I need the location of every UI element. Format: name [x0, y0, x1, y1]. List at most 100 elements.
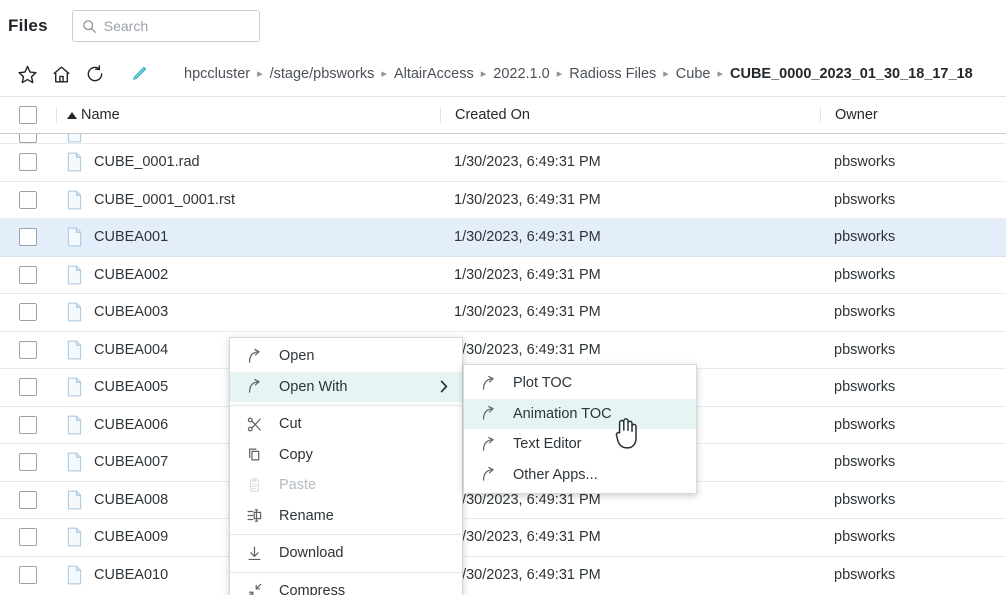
table-row[interactable]: CUBEA0011/30/2023, 6:49:31 PMpbsworks: [0, 219, 1006, 257]
row-checkbox[interactable]: [19, 266, 37, 284]
file-icon: [66, 190, 83, 210]
table-row[interactable]: [0, 134, 1006, 144]
row-owner-cell: pbsworks: [820, 342, 1006, 358]
row-checkbox[interactable]: [19, 453, 37, 471]
file-icon: [66, 377, 83, 397]
created-on-value: 1/30/2023, 6:49:31 PM: [454, 492, 601, 508]
context-menu[interactable]: OpenOpen WithCutCopyPasteRenameDownloadC…: [229, 337, 463, 595]
table-row[interactable]: CUBEA0101/30/2023, 6:49:31 PMpbsworks: [0, 557, 1006, 592]
context-menu-item-rename[interactable]: Rename: [230, 501, 462, 532]
file-table: Name Created On Owner CUBE_0001.rad1/30/…: [0, 96, 1006, 591]
breadcrumb-item-2[interactable]: AltairAccess: [394, 66, 474, 82]
breadcrumb-item-5[interactable]: Cube: [676, 66, 711, 82]
submenu-item-plot-toc[interactable]: Plot TOC: [464, 368, 696, 399]
breadcrumb-item-1[interactable]: /stage/pbsworks: [270, 66, 375, 82]
owner-value: pbsworks: [834, 454, 895, 470]
row-owner-cell: pbsworks: [820, 267, 1006, 283]
submenu-item-animation-toc[interactable]: Animation TOC: [464, 399, 696, 430]
row-created-on-cell: 1/30/2023, 6:49:31 PM: [440, 529, 820, 545]
owner-value: pbsworks: [834, 267, 895, 283]
edit-path-pencil-icon[interactable]: [124, 59, 154, 89]
search-icon: [82, 19, 97, 34]
file-icon: [66, 340, 83, 360]
context-menu-item-label: Download: [279, 545, 448, 561]
row-owner-cell: pbsworks: [820, 417, 1006, 433]
file-name: CUBEA009: [94, 529, 168, 545]
breadcrumb-separator: ▸: [717, 67, 723, 80]
file-icon: [66, 415, 83, 435]
top-bar: Files Search: [0, 0, 1006, 52]
open-with-submenu[interactable]: Plot TOCAnimation TOCText EditorOther Ap…: [463, 364, 697, 494]
row-checkbox[interactable]: [19, 153, 37, 171]
row-checkbox-cell: [0, 341, 56, 359]
submenu-item-text-editor[interactable]: Text Editor: [464, 429, 696, 460]
refresh-icon[interactable]: [80, 59, 110, 89]
row-owner-cell: pbsworks: [820, 379, 1006, 395]
row-checkbox-cell: [0, 191, 56, 209]
row-checkbox[interactable]: [19, 528, 37, 546]
file-icon: [66, 227, 83, 247]
breadcrumb-item-3[interactable]: 2022.1.0: [493, 66, 549, 82]
created-on-value: 1/30/2023, 6:49:31 PM: [454, 342, 601, 358]
row-checkbox[interactable]: [19, 416, 37, 434]
row-created-on-cell: 1/30/2023, 6:49:31 PM: [440, 304, 820, 320]
context-menu-item-label: Copy: [279, 447, 448, 463]
row-owner-cell: pbsworks: [820, 154, 1006, 170]
file-name: CUBEA008: [94, 492, 168, 508]
row-name-cell: CUBEA002: [56, 265, 440, 285]
context-menu-item-cut[interactable]: Cut: [230, 409, 462, 440]
app-title: Files: [8, 16, 48, 36]
row-name-cell: CUBEA003: [56, 302, 440, 322]
context-menu-item-download[interactable]: Download: [230, 538, 462, 569]
row-checkbox-cell: [0, 134, 56, 143]
file-icon: [66, 565, 83, 585]
row-created-on-cell: 1/30/2023, 6:49:31 PM: [440, 492, 820, 508]
select-all-checkbox-cell: [0, 106, 56, 124]
file-name: CUBEA006: [94, 417, 168, 433]
row-checkbox[interactable]: [19, 134, 37, 143]
table-row[interactable]: CUBEA0091/30/2023, 6:49:31 PMpbsworks: [0, 519, 1006, 557]
context-menu-item-label: Open: [279, 348, 448, 364]
table-row[interactable]: CUBE_0001.rad1/30/2023, 6:49:31 PMpbswor…: [0, 144, 1006, 182]
row-owner-cell: pbsworks: [820, 492, 1006, 508]
file-name: CUBEA005: [94, 379, 168, 395]
context-menu-item-copy[interactable]: Copy: [230, 440, 462, 471]
row-checkbox[interactable]: [19, 228, 37, 246]
row-checkbox[interactable]: [19, 378, 37, 396]
created-on-value: 1/30/2023, 6:49:31 PM: [454, 154, 601, 170]
row-checkbox[interactable]: [19, 191, 37, 209]
open-arrow-icon: [480, 466, 502, 483]
created-on-value: 1/30/2023, 6:49:31 PM: [454, 529, 601, 545]
open-arrow-icon: [246, 348, 268, 365]
favorite-star-icon[interactable]: [12, 59, 42, 89]
context-menu-item-open[interactable]: Open: [230, 341, 462, 372]
table-row[interactable]: CUBEA0021/30/2023, 6:49:31 PMpbsworks: [0, 257, 1006, 295]
breadcrumb-separator: ▸: [557, 67, 563, 80]
row-checkbox[interactable]: [19, 491, 37, 509]
submenu-item-other-apps[interactable]: Other Apps...: [464, 460, 696, 491]
row-created-on-cell: 1/30/2023, 6:49:31 PM: [440, 154, 820, 170]
row-checkbox[interactable]: [19, 341, 37, 359]
row-checkbox[interactable]: [19, 303, 37, 321]
menu-separator: [230, 534, 462, 535]
breadcrumb-item-4[interactable]: Radioss Files: [569, 66, 656, 82]
file-icon: [66, 302, 83, 322]
context-menu-item-open-with[interactable]: Open With: [230, 372, 462, 403]
row-checkbox[interactable]: [19, 566, 37, 584]
scissors-icon: [246, 416, 268, 433]
open-arrow-icon: [480, 375, 502, 392]
clipboard-icon: [246, 477, 268, 494]
column-header-name[interactable]: Name: [56, 107, 440, 123]
table-row[interactable]: CUBE_0001_0001.rst1/30/2023, 6:49:31 PMp…: [0, 182, 1006, 220]
breadcrumb-separator: ▸: [257, 67, 263, 80]
column-header-owner[interactable]: Owner: [820, 107, 1006, 123]
table-row[interactable]: CUBEA0031/30/2023, 6:49:31 PMpbsworks: [0, 294, 1006, 332]
row-checkbox-cell: [0, 528, 56, 546]
context-menu-item-compress[interactable]: Compress: [230, 576, 462, 595]
breadcrumb-item-0[interactable]: hpccluster: [184, 66, 250, 82]
column-header-created-on[interactable]: Created On: [440, 107, 820, 123]
select-all-checkbox[interactable]: [19, 106, 37, 124]
home-icon[interactable]: [46, 59, 76, 89]
search-input[interactable]: Search: [72, 10, 260, 42]
file-icon: [66, 527, 83, 547]
